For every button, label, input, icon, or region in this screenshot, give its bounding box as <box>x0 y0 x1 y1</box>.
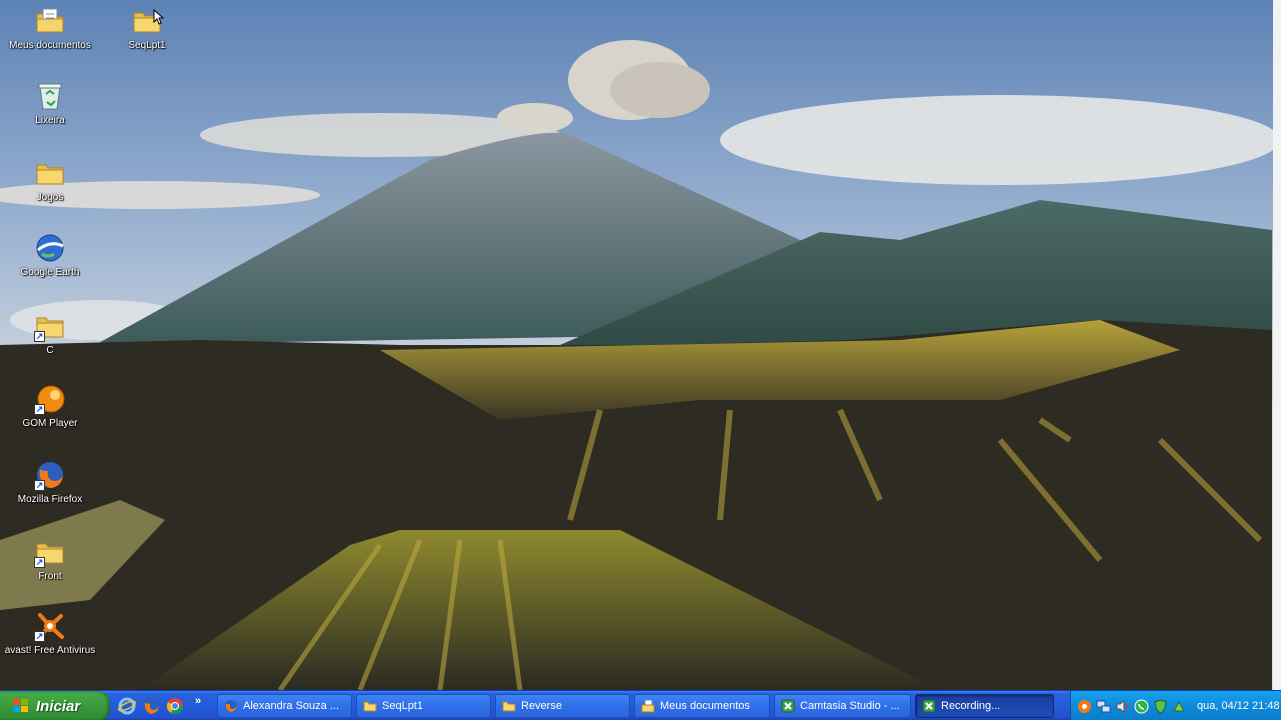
desktop-icon-label: Lixeira <box>35 115 65 126</box>
start-button[interactable]: Iniciar <box>0 691 110 720</box>
desktop-icon-label: GOM Player <box>22 418 78 429</box>
desktop-icon-avast[interactable]: ↗ avast! Free Antivirus <box>2 610 98 656</box>
desktop-icon-lixeira[interactable]: Lixeira <box>2 80 98 126</box>
task-button-label: SeqLpt1 <box>382 700 423 712</box>
safely-remove-icon[interactable] <box>1172 699 1187 714</box>
desktop-icon-label: avast! Free Antivirus <box>4 645 96 656</box>
folder-shortcut-icon: ↗ <box>34 536 66 568</box>
shortcut-arrow-icon: ↗ <box>34 331 45 342</box>
quick-launch-more-button[interactable]: » <box>195 695 201 707</box>
folder-icon <box>131 5 165 37</box>
task-button-reverse[interactable]: Reverse <box>495 694 630 718</box>
chrome-icon[interactable] <box>166 697 184 715</box>
avast-tray-icon[interactable] <box>1077 699 1092 714</box>
task-button-firefox[interactable]: Alexandra Souza ... <box>217 694 352 718</box>
antivirus-shield-icon[interactable] <box>1153 698 1168 714</box>
volume-icon[interactable] <box>1115 699 1130 714</box>
start-button-label: Iniciar <box>36 697 81 715</box>
shortcut-arrow-icon: ↗ <box>34 480 45 491</box>
task-button-camtasia-studio[interactable]: Camtasia Studio - ... <box>774 694 911 718</box>
recycle-bin-icon <box>34 80 66 112</box>
task-button-meus-documentos[interactable]: Meus documentos <box>634 694 770 718</box>
desktop-icon-gom-player[interactable]: ↗ GOM Player <box>2 383 98 429</box>
desktop-icon-label: SeqLpt1 <box>128 40 166 51</box>
my-documents-icon <box>34 5 66 37</box>
desktop-icon-google-earth[interactable]: Google Earth <box>2 232 98 278</box>
firefox-icon <box>224 699 238 713</box>
desktop-icon-label: Mozilla Firefox <box>17 494 83 505</box>
folder-shortcut-icon: ↗ <box>34 310 66 342</box>
shortcut-arrow-icon: ↗ <box>34 404 45 415</box>
mouse-cursor-icon <box>153 9 165 25</box>
desktop-icon-label: Front <box>38 571 62 582</box>
folder-icon <box>34 157 66 189</box>
task-button-label: Camtasia Studio - ... <box>800 700 900 712</box>
desktop-icon-seqlpt1[interactable]: SeqLpt1 <box>99 5 195 51</box>
camtasia-recorder-icon <box>922 699 936 713</box>
quick-launch-bar <box>117 697 184 715</box>
task-button-label: Meus documentos <box>660 700 750 712</box>
desktop-icon-label: Meus documentos <box>9 40 91 51</box>
taskbar-clock[interactable]: qua, 04/12 21:48 <box>1197 700 1280 712</box>
windows-flag-icon <box>12 698 30 714</box>
ie-icon[interactable] <box>117 697 137 715</box>
task-button-seqlpt1[interactable]: SeqLpt1 <box>356 694 491 718</box>
task-button-recording[interactable]: Recording... <box>915 694 1054 718</box>
folder-icon <box>363 699 377 713</box>
taskbar: Iniciar » Alexandra Souza ... SeqLpt1 Re… <box>0 690 1281 720</box>
gom-player-icon: ↗ <box>34 383 66 415</box>
screen-edge-strip <box>1273 0 1281 690</box>
camtasia-icon <box>781 699 795 713</box>
desktop-wallpaper <box>0 0 1281 690</box>
whatsapp-icon[interactable] <box>1134 699 1149 714</box>
desktop-icon-jogos[interactable]: Jogos <box>2 157 98 203</box>
system-tray: qua, 04/12 21:48 <box>1070 691 1281 720</box>
google-earth-icon <box>34 232 66 264</box>
folder-icon <box>502 699 516 713</box>
task-button-label: Recording... <box>941 700 1001 712</box>
desktop-icon-c[interactable]: ↗ C <box>2 310 98 356</box>
my-documents-icon <box>641 699 655 713</box>
desktop-icon-mozilla-firefox[interactable]: ↗ Mozilla Firefox <box>2 459 98 505</box>
shortcut-arrow-icon: ↗ <box>34 631 45 642</box>
desktop-icon-label: Jogos <box>36 192 64 203</box>
task-button-label: Reverse <box>521 700 562 712</box>
desktop-icon-label: Google Earth <box>20 267 80 278</box>
firefox-icon[interactable] <box>142 697 160 715</box>
desktop-icon-my-documents[interactable]: Meus documentos <box>2 5 98 51</box>
desktop-icon-label: C <box>46 345 54 356</box>
desktop-icon-front[interactable]: ↗ Front <box>2 536 98 582</box>
network-icon[interactable] <box>1096 699 1111 714</box>
shortcut-arrow-icon: ↗ <box>34 557 45 568</box>
avast-icon: ↗ <box>34 610 66 642</box>
task-button-label: Alexandra Souza ... <box>243 700 340 712</box>
firefox-icon: ↗ <box>34 459 66 491</box>
